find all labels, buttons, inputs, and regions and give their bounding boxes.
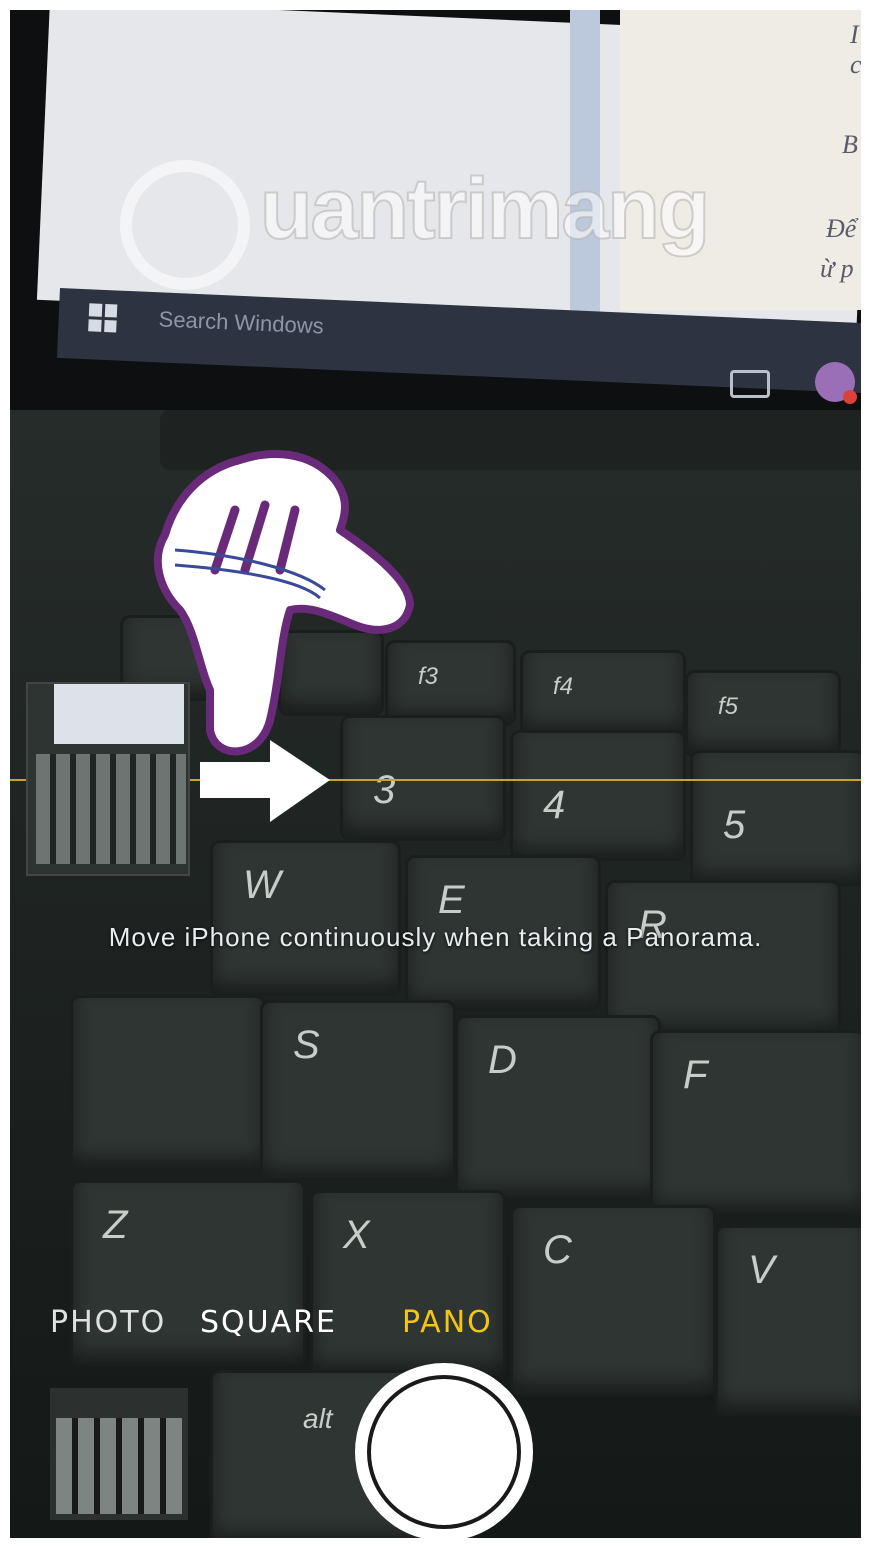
app-badge-icon <box>815 362 857 404</box>
watermark-logo-icon <box>120 160 250 290</box>
key-d: D <box>455 1015 661 1201</box>
key-f5: f5 <box>685 670 841 758</box>
key-s: S <box>260 1000 456 1181</box>
key-r: R <box>605 880 841 1036</box>
shutter-inner-ring <box>367 1375 521 1529</box>
hand-pointer-icon <box>153 450 414 756</box>
camera-mode-selector: PHOTO SQUARE PANO <box>10 1295 861 1365</box>
key-f4: f4 <box>520 650 686 738</box>
key-a <box>70 995 266 1171</box>
windows-logo-icon <box>88 303 118 333</box>
panorama-hint-text: Move iPhone continuously when taking a P… <box>108 922 763 952</box>
search-windows-label: Search Windows <box>158 306 325 339</box>
camera-frame: I c B Để ừ p Search Windows uantrimang f… <box>10 10 861 1538</box>
key-4: 4 <box>510 730 686 861</box>
shutter-button[interactable] <box>355 1363 533 1538</box>
last-photo-thumbnail[interactable] <box>50 1388 188 1520</box>
task-view-icon <box>730 370 770 398</box>
key-f: F <box>650 1030 861 1216</box>
mode-pano[interactable]: PANO <box>402 1305 493 1340</box>
key-w: W <box>210 840 401 996</box>
mode-photo[interactable]: PHOTO <box>50 1305 166 1340</box>
key-5: 5 <box>690 750 861 886</box>
mode-square[interactable]: SQUARE <box>200 1305 337 1340</box>
watermark-text: uantrimang <box>259 160 711 258</box>
camera-viewfinder-top: I c B Để ừ p Search Windows uantrimang <box>10 10 861 440</box>
